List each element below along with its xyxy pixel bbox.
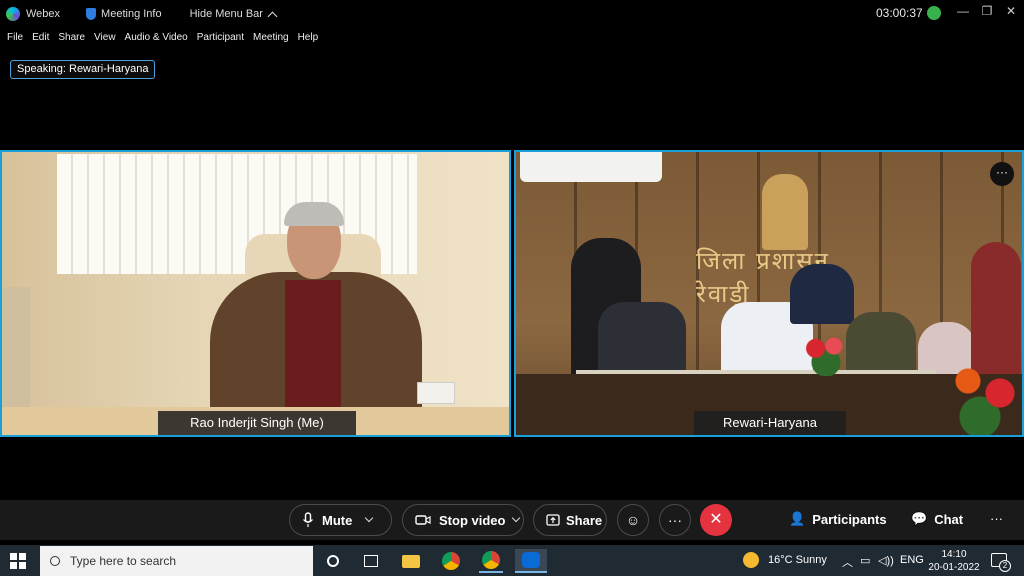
stop-video-button[interactable]: Stop video xyxy=(402,504,524,536)
more-options-button[interactable]: ··· xyxy=(659,504,691,536)
volume-icon[interactable]: ◁)) xyxy=(878,554,894,567)
app-title: Webex xyxy=(6,7,60,21)
restore-icon[interactable]: ❐ xyxy=(980,4,994,18)
app-name: Webex xyxy=(26,8,61,20)
state-emblem xyxy=(762,174,808,250)
task-view-icon[interactable] xyxy=(359,549,383,573)
taskbar-clock[interactable]: 14:10 20-01-2022 xyxy=(928,548,980,574)
menu-file[interactable]: File xyxy=(7,28,23,48)
meeting-info-button[interactable]: Meeting Info xyxy=(86,8,162,20)
menu-meeting[interactable]: Meeting xyxy=(253,28,289,48)
microphone-icon xyxy=(303,512,313,527)
menu-edit[interactable]: Edit xyxy=(32,28,49,48)
title-bar: Webex Meeting Info Hide Menu Bar xyxy=(0,0,1024,28)
chevron-down-icon[interactable] xyxy=(365,513,374,523)
search-icon xyxy=(50,556,60,566)
menu-bar: File Edit Share View Audio & Video Parti… xyxy=(0,28,320,48)
minimize-icon[interactable]: — xyxy=(956,4,970,18)
chrome-icon[interactable] xyxy=(439,549,463,573)
end-call-button[interactable]: ✕ xyxy=(700,504,732,536)
file-explorer-icon[interactable] xyxy=(399,549,423,573)
weather-text[interactable]: 16°C Sunny xyxy=(768,554,827,566)
flower-pot xyxy=(944,357,1022,435)
hide-menu-bar-label: Hide Menu Bar xyxy=(189,8,263,20)
speaking-indicator: Speaking: Rewari-Haryana xyxy=(10,60,156,79)
share-button[interactable]: Share xyxy=(533,504,607,536)
call-controls-bar: Mute Stop video Share ☺ ··· ✕ 👤 Particip… xyxy=(0,500,1024,540)
clock-date: 20-01-2022 xyxy=(928,562,980,573)
windows-taskbar: Type here to search 16°C Sunny ︿ ▭ ◁)) E… xyxy=(0,545,1024,576)
hide-menu-bar-button[interactable]: Hide Menu Bar xyxy=(189,8,278,21)
network-icon[interactable]: ▭ xyxy=(860,554,870,567)
tray-chevron-icon[interactable]: ︿ xyxy=(842,554,853,570)
speaking-name: Rewari-Haryana xyxy=(69,63,149,75)
chat-button[interactable]: 💬 Chat xyxy=(911,511,963,527)
flower-bouquet xyxy=(800,330,852,376)
chrome-profile-icon[interactable] xyxy=(479,549,503,573)
weather-sun-icon[interactable] xyxy=(743,552,759,568)
air-conditioner xyxy=(520,152,662,182)
video-tile-self[interactable]: Rao Inderjit Singh (Me) xyxy=(0,150,511,437)
meeting-info-label: Meeting Info xyxy=(101,8,162,20)
participants-icon: 👤 xyxy=(789,511,806,526)
video-camera-icon xyxy=(415,515,431,525)
menu-participant[interactable]: Participant xyxy=(197,28,244,48)
clock-time: 14:10 xyxy=(941,549,967,560)
network-signal-icon[interactable] xyxy=(927,6,941,20)
standing-official xyxy=(790,264,854,324)
reactions-button[interactable]: ☺ xyxy=(617,504,649,536)
chevron-up-icon xyxy=(267,11,278,21)
speaking-label: Speaking: xyxy=(17,63,66,75)
chat-bubble-icon: 💬 xyxy=(911,511,928,526)
stop-video-label: Stop video xyxy=(439,512,506,528)
shield-icon xyxy=(86,8,97,20)
office-banner: जिला प्रशासन रेवाड़ी xyxy=(696,247,830,308)
webex-taskbar-icon[interactable] xyxy=(515,549,547,573)
remote-name-tag: Rewari-Haryana xyxy=(694,411,846,435)
menu-view[interactable]: View xyxy=(94,28,116,48)
participant-hair xyxy=(284,202,344,226)
wall-socket xyxy=(417,382,455,404)
wall-unit xyxy=(2,287,30,407)
chat-label: Chat xyxy=(934,511,964,527)
participant-shirt xyxy=(285,280,341,410)
share-label: Share xyxy=(566,512,603,528)
mute-label: Mute xyxy=(322,512,353,528)
mute-button[interactable]: Mute xyxy=(289,504,392,536)
share-screen-icon xyxy=(546,514,560,526)
search-placeholder: Type here to search xyxy=(70,554,177,568)
windows-start-icon[interactable] xyxy=(10,553,26,569)
participants-button[interactable]: 👤 Participants xyxy=(789,511,887,527)
menu-share[interactable]: Share xyxy=(58,28,85,48)
self-name-tag: Rao Inderjit Singh (Me) xyxy=(158,411,356,435)
smiley-icon: ☺ xyxy=(625,512,641,528)
menu-audio-video[interactable]: Audio & Video xyxy=(125,28,188,48)
language-indicator[interactable]: ENG xyxy=(900,554,924,566)
notification-count-badge: 2 xyxy=(999,560,1011,572)
chevron-down-icon[interactable] xyxy=(512,513,521,523)
menu-help[interactable]: Help xyxy=(298,28,319,48)
cortana-icon[interactable] xyxy=(321,549,345,573)
meeting-timer: 03:00:37 xyxy=(876,6,923,20)
participants-label: Participants xyxy=(812,511,887,527)
tile-more-options-button[interactable]: ··· xyxy=(990,162,1014,186)
webex-logo-icon xyxy=(6,7,20,21)
overflow-menu-button[interactable]: ··· xyxy=(990,511,1003,526)
close-icon[interactable]: ✕ xyxy=(1004,4,1018,18)
taskbar-search-box[interactable]: Type here to search xyxy=(40,546,313,576)
video-tile-remote[interactable]: जिला प्रशासन रेवाड़ी ··· Rewari-Haryana xyxy=(514,150,1024,437)
